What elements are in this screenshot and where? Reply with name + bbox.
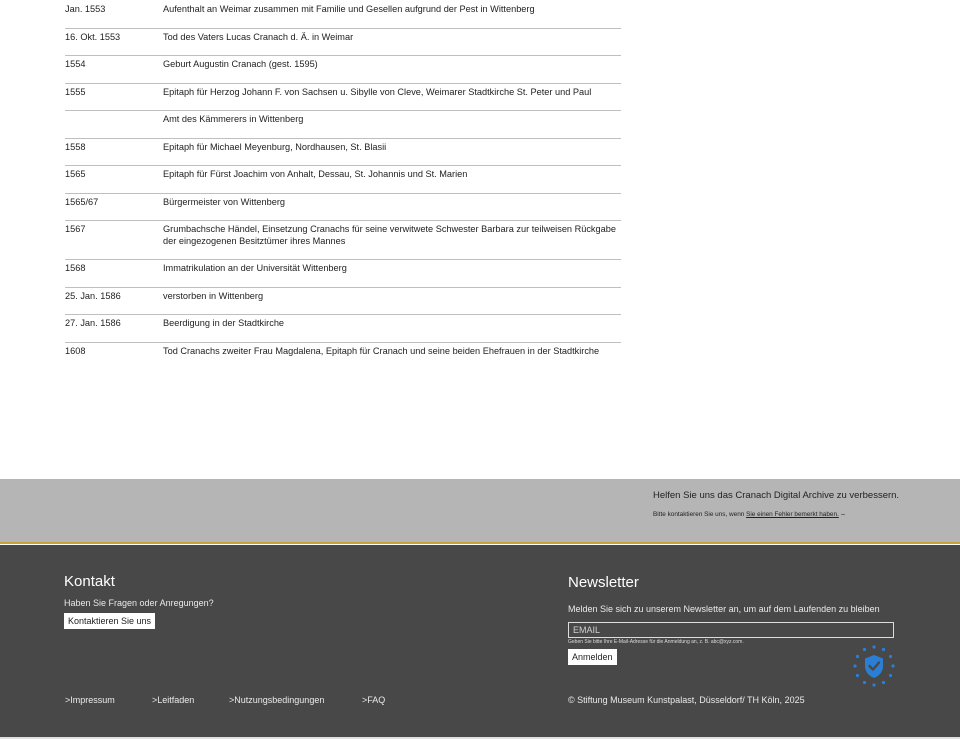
timeline-date: 1567 (65, 224, 86, 234)
newsletter-hint: Geben Sie bitte Ihre E-Mail-Adresse für … (568, 639, 744, 645)
timeline-date: 1568 (65, 263, 86, 273)
timeline-date: 25. Jan. 1586 (65, 290, 121, 301)
timeline-event: Aufenthalt an Weimar zusammen mit Famili… (163, 4, 535, 14)
timeline-row: 25. Jan. 1586 verstorben in Wittenberg (65, 288, 621, 315)
timeline-row: 1608 Tod Cranachs zweiter Frau Magdalena… (65, 343, 621, 370)
timeline-date: 1554 (65, 59, 86, 69)
impressum-link[interactable]: >Impressum (65, 695, 115, 705)
timeline-date: 27. Jan. 1586 (65, 318, 121, 328)
timeline-date (65, 114, 163, 126)
contact-question: Haben Sie Fragen oder Anregungen? (64, 598, 214, 608)
external-link-icon: ⇔ (839, 511, 847, 518)
nutzungsbedingungen-link[interactable]: >Nutzungsbedingungen (229, 695, 324, 705)
timeline-event: Epitaph für Fürst Joachim von Anhalt, De… (163, 169, 468, 179)
timeline-row: 16. Okt. 1553 Tod des Vaters Lucas Crana… (65, 29, 621, 56)
timeline-event: Amt des Kämmerers in Wittenberg (163, 114, 304, 124)
contact-button[interactable]: Kontaktieren Sie uns (64, 613, 156, 629)
timeline-row: 1565/67 Bürgermeister von Wittenberg (65, 194, 621, 221)
timeline-event: verstorben in Wittenberg (163, 290, 264, 301)
feedback-prefix: Bitte kontaktieren Sie uns, wenn (653, 511, 747, 518)
timeline-date: 16. Okt. 1553 (65, 31, 121, 42)
newsletter-text: Melden Sie sich zu unserem Newsletter an… (568, 604, 880, 614)
timeline-event: Tod des Vaters Lucas Cranach d. Ä. in We… (163, 31, 354, 42)
timeline-date: 1565/67 (65, 196, 99, 207)
timeline-row: 1565 Epitaph für Fürst Joachim von Anhal… (65, 166, 621, 194)
timeline-table: Jan. 1553 Aufenthalt an Weimar zusammen … (65, 0, 621, 369)
timeline-row: 1567 Grumbachsche Händel, Einsetzung Cra… (65, 221, 621, 260)
timeline-event: Epitaph für Herzog Johann F. von Sachsen… (163, 86, 592, 97)
timeline-date: 1608 (65, 345, 86, 356)
timeline-row: 27. Jan. 1586 Beerdigung in der Stadtkir… (65, 315, 621, 343)
timeline-event: Immatrikulation an der Universität Witte… (163, 263, 347, 273)
timeline-row: 1558 Epitaph für Michael Meyenburg, Nord… (65, 139, 621, 166)
timeline-event: Tod Cranachs zweiter Frau Magdalena, Epi… (163, 345, 600, 356)
timeline-row: 1554 Geburt Augustin Cranach (gest. 1595… (65, 56, 621, 84)
feedback-text: Bitte kontaktieren Sie uns, wenn Sie ein… (653, 511, 846, 518)
newsletter-subscribe-button[interactable]: Anmelden (568, 649, 617, 665)
timeline-event: Geburt Augustin Cranach (gest. 1595) (163, 59, 318, 69)
newsletter-heading: Newsletter (568, 574, 639, 591)
timeline-row: 1568 Immatrikulation an der Universität … (65, 260, 621, 288)
timeline-event: Grumbachsche Händel, Einsetzung Cranachs… (163, 224, 616, 246)
newsletter-email-input[interactable] (568, 622, 894, 638)
timeline-row: Jan. 1553 Aufenthalt an Weimar zusammen … (65, 0, 621, 29)
timeline-date: 1565 (65, 169, 86, 179)
contact-heading: Kontakt (64, 573, 115, 590)
timeline-row: Amt des Kämmerers in Wittenberg (65, 111, 621, 139)
feedback-title: Helfen Sie uns das Cranach Digital Archi… (653, 490, 900, 501)
report-error-link[interactable]: Sie einen Fehler bemerkt haben. (746, 511, 839, 518)
feedback-band: Helfen Sie uns das Cranach Digital Archi… (0, 479, 960, 544)
leitfaden-link[interactable]: >Leitfaden (152, 695, 194, 705)
timeline-date: 1555 (65, 86, 86, 97)
timeline-row: 1555 Epitaph für Herzog Johann F. von Sa… (65, 84, 621, 111)
eu-shield-check-icon (853, 645, 895, 687)
timeline-event: Beerdigung in der Stadtkirche (163, 318, 285, 328)
timeline-date: 1558 (65, 141, 86, 152)
site-footer: Kontakt Haben Sie Fragen oder Anregungen… (0, 545, 960, 739)
timeline-date: Jan. 1553 (65, 4, 106, 14)
timeline-event: Epitaph für Michael Meyenburg, Nordhause… (163, 141, 387, 152)
faq-link[interactable]: >FAQ (362, 695, 385, 705)
copyright-notice: © Stiftung Museum Kunstpalast, Düsseldor… (568, 695, 805, 705)
timeline-event: Bürgermeister von Wittenberg (163, 196, 286, 207)
